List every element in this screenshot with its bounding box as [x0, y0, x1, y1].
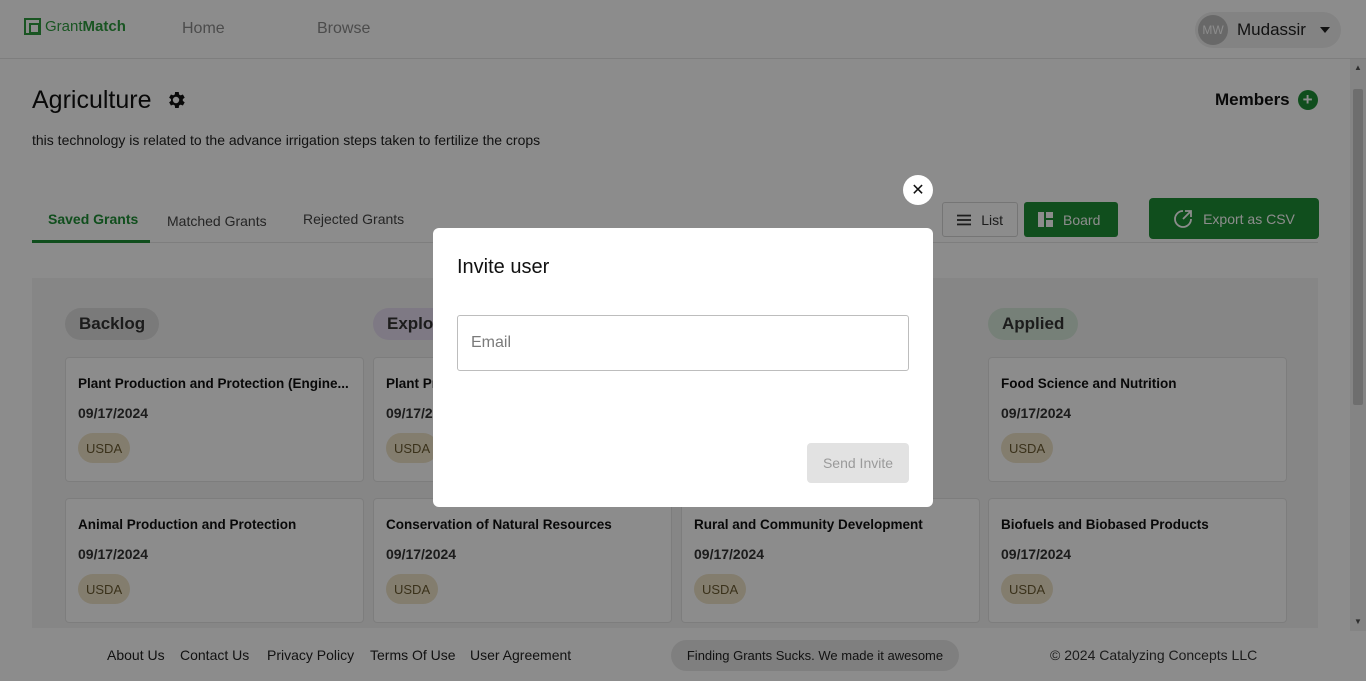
dialog-title: Invite user — [457, 256, 550, 278]
close-dialog-button[interactable]: ✕ — [903, 175, 933, 205]
email-field[interactable] — [457, 315, 909, 371]
invite-user-dialog: Invite user Send Invite — [433, 228, 933, 507]
send-invite-button[interactable]: Send Invite — [807, 443, 909, 483]
close-icon: ✕ — [911, 182, 925, 199]
